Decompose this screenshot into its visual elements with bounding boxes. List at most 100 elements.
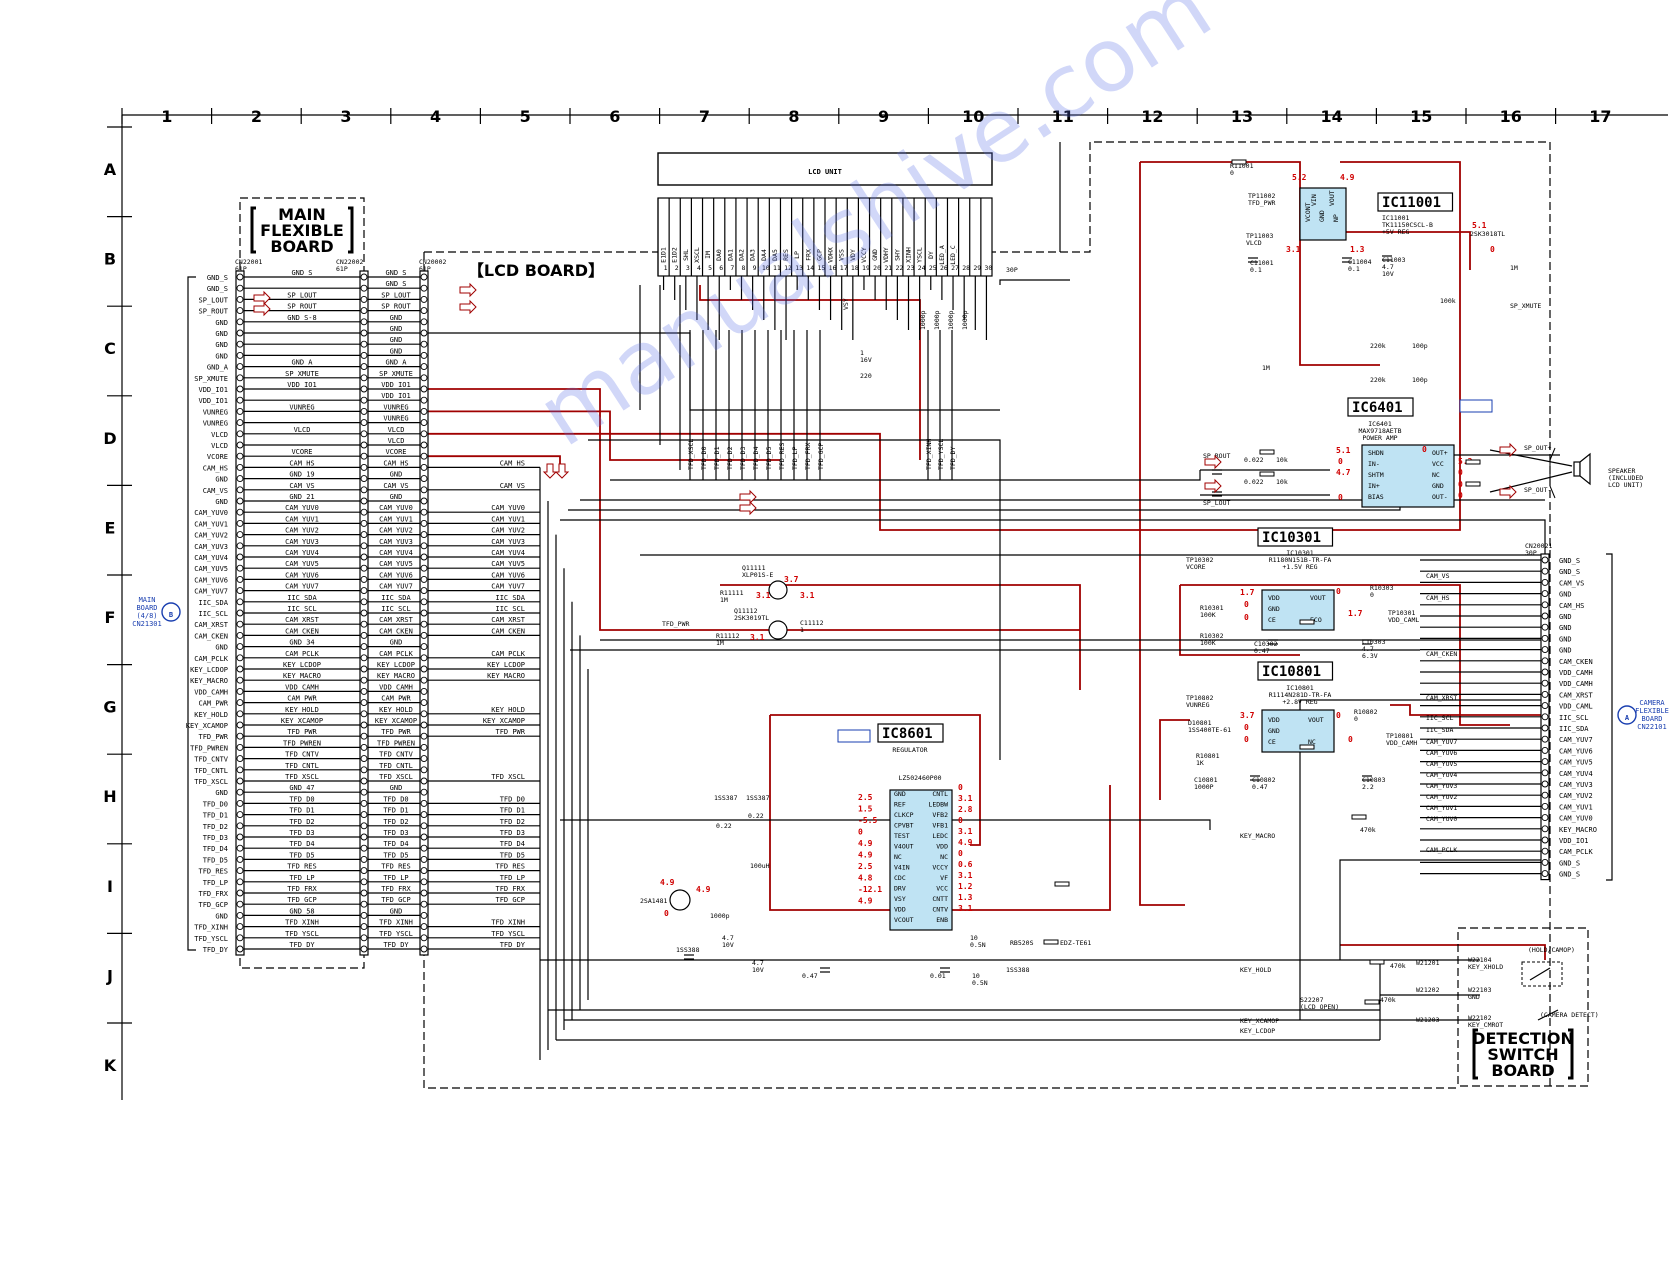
voltage: 0 bbox=[1336, 711, 1341, 720]
pin bbox=[1541, 668, 1549, 676]
voltage: 4.9 bbox=[958, 838, 973, 847]
flex-signal: TFD_D3 bbox=[289, 829, 314, 837]
lcd-pin-name: FRX bbox=[804, 249, 812, 261]
q11112-symbol bbox=[768, 620, 788, 640]
left-signal: VDD_IO1 bbox=[198, 397, 228, 405]
resistor-glyph bbox=[1364, 999, 1380, 1005]
pin bbox=[420, 654, 428, 662]
pin bbox=[360, 822, 368, 830]
pin bbox=[236, 273, 244, 281]
lcd-signal: VUNREG bbox=[383, 415, 408, 423]
lcd-signal: CAM_XRST bbox=[379, 616, 414, 624]
resistor-glyph bbox=[1299, 744, 1315, 750]
pin bbox=[236, 766, 244, 774]
bus-label: IIC_SDA bbox=[495, 594, 525, 602]
pin bbox=[360, 844, 368, 852]
pin bbox=[420, 643, 428, 651]
lcd-signal: CAM_YUV1 bbox=[379, 515, 413, 523]
part-c0022: 0.022 bbox=[1244, 456, 1264, 464]
cap-label: 1000p bbox=[947, 310, 955, 330]
voltage: 5.1 bbox=[1472, 221, 1487, 230]
pin bbox=[420, 486, 428, 494]
lcd-pin-number: 4 bbox=[697, 264, 701, 272]
lcd-signal: GND bbox=[390, 784, 403, 792]
lcd-signal: CAM_YUV2 bbox=[379, 527, 413, 535]
signal-arrow bbox=[1204, 478, 1222, 494]
signal-arrow bbox=[253, 290, 271, 306]
lcd-signal: TFD_FRX bbox=[381, 885, 411, 893]
part-tp10301: VDD_CAML bbox=[1388, 616, 1419, 624]
lcd-signal: GND bbox=[390, 639, 403, 647]
right-signal: CAM_YUV3 bbox=[1559, 781, 1593, 789]
pin bbox=[1541, 690, 1549, 698]
left-signal: GND bbox=[215, 352, 228, 360]
right-signal: GND_S bbox=[1559, 568, 1580, 576]
pin bbox=[236, 743, 244, 751]
left-signal: GND bbox=[215, 330, 228, 338]
pin bbox=[420, 631, 428, 639]
voltage: 5.2 bbox=[1292, 173, 1307, 182]
left-signal: TFD_D3 bbox=[203, 834, 228, 842]
lcd-signal: GND_S bbox=[385, 280, 406, 288]
pin bbox=[1541, 791, 1549, 799]
connector-pins: 61P bbox=[235, 265, 247, 273]
left-signal: SP_LOUT bbox=[198, 296, 228, 304]
part-c047: 0.47 bbox=[802, 972, 818, 980]
part-speaker: LCD UNIT) bbox=[1608, 481, 1643, 489]
pin bbox=[236, 430, 244, 438]
left-signal: GND bbox=[215, 912, 228, 920]
voltage: 0 bbox=[1458, 491, 1463, 500]
lcd-signal: TFD_D4 bbox=[383, 840, 408, 848]
pin bbox=[360, 945, 368, 953]
pin bbox=[420, 531, 428, 539]
pin bbox=[1541, 623, 1549, 631]
pin bbox=[236, 732, 244, 740]
pin bbox=[420, 340, 428, 348]
voltage: 4.9 bbox=[858, 839, 873, 848]
left-signal: VUNREG bbox=[203, 408, 228, 416]
pin bbox=[236, 531, 244, 539]
schematic-svg: 1 2 3 4 5 6 7 8 9 10 11 12 13 14 15 16 17ABCDEFGHIJK CN2… bbox=[103, 107, 1669, 1100]
part-c10_05n: 0.5N bbox=[972, 979, 988, 987]
main-board-ref-letter: B bbox=[169, 611, 173, 619]
pin bbox=[420, 497, 428, 505]
resistor-glyph bbox=[1465, 481, 1481, 487]
signal-arrow bbox=[253, 301, 271, 317]
pin bbox=[420, 665, 428, 673]
part-c0022: 0.022 bbox=[1244, 478, 1264, 486]
voltage: 3.1 bbox=[958, 904, 973, 913]
pin bbox=[360, 855, 368, 863]
grid-col-label: 9 bbox=[878, 107, 889, 126]
pin bbox=[236, 329, 244, 337]
part-tp11003: VLCD bbox=[1246, 239, 1262, 247]
lcd-pin-name: SHL bbox=[682, 249, 690, 261]
lcd-pin-number: 17 bbox=[840, 264, 848, 272]
pin bbox=[236, 755, 244, 763]
pin bbox=[236, 923, 244, 931]
voltage: 0 bbox=[1338, 457, 1343, 466]
right-signal: CAM_YUV1 bbox=[1559, 803, 1593, 811]
bus-label: CAM_VS bbox=[500, 482, 525, 490]
flex-signal: IIC_SCL bbox=[287, 605, 317, 613]
lcd-signal: CAM_YUV5 bbox=[379, 560, 413, 568]
part-c11001: 0.1 bbox=[1250, 266, 1262, 274]
pin bbox=[1541, 612, 1549, 620]
pin bbox=[420, 676, 428, 684]
pin bbox=[1541, 746, 1549, 754]
lcd-pin-number: 5 bbox=[708, 264, 712, 272]
lcd-signal: CAM_PCLK bbox=[379, 650, 414, 658]
ic8601-pin: TEST bbox=[894, 832, 910, 840]
flex-signal: TFD_CNTV bbox=[285, 751, 320, 759]
left-signal: TFD_D1 bbox=[203, 812, 228, 820]
pin bbox=[360, 676, 368, 684]
pin bbox=[236, 822, 244, 830]
lcd-signal: VDD_CAMH bbox=[379, 683, 413, 691]
trace bbox=[560, 819, 1211, 830]
right-signal: KEY_MACRO bbox=[1559, 826, 1597, 834]
trace bbox=[588, 439, 1001, 760]
pin bbox=[360, 911, 368, 919]
resistor-glyph bbox=[1259, 449, 1275, 455]
part-key_macro: KEY_MACRO bbox=[1240, 832, 1275, 840]
pin bbox=[236, 419, 244, 427]
flex-signal: GND_47 bbox=[289, 784, 314, 792]
